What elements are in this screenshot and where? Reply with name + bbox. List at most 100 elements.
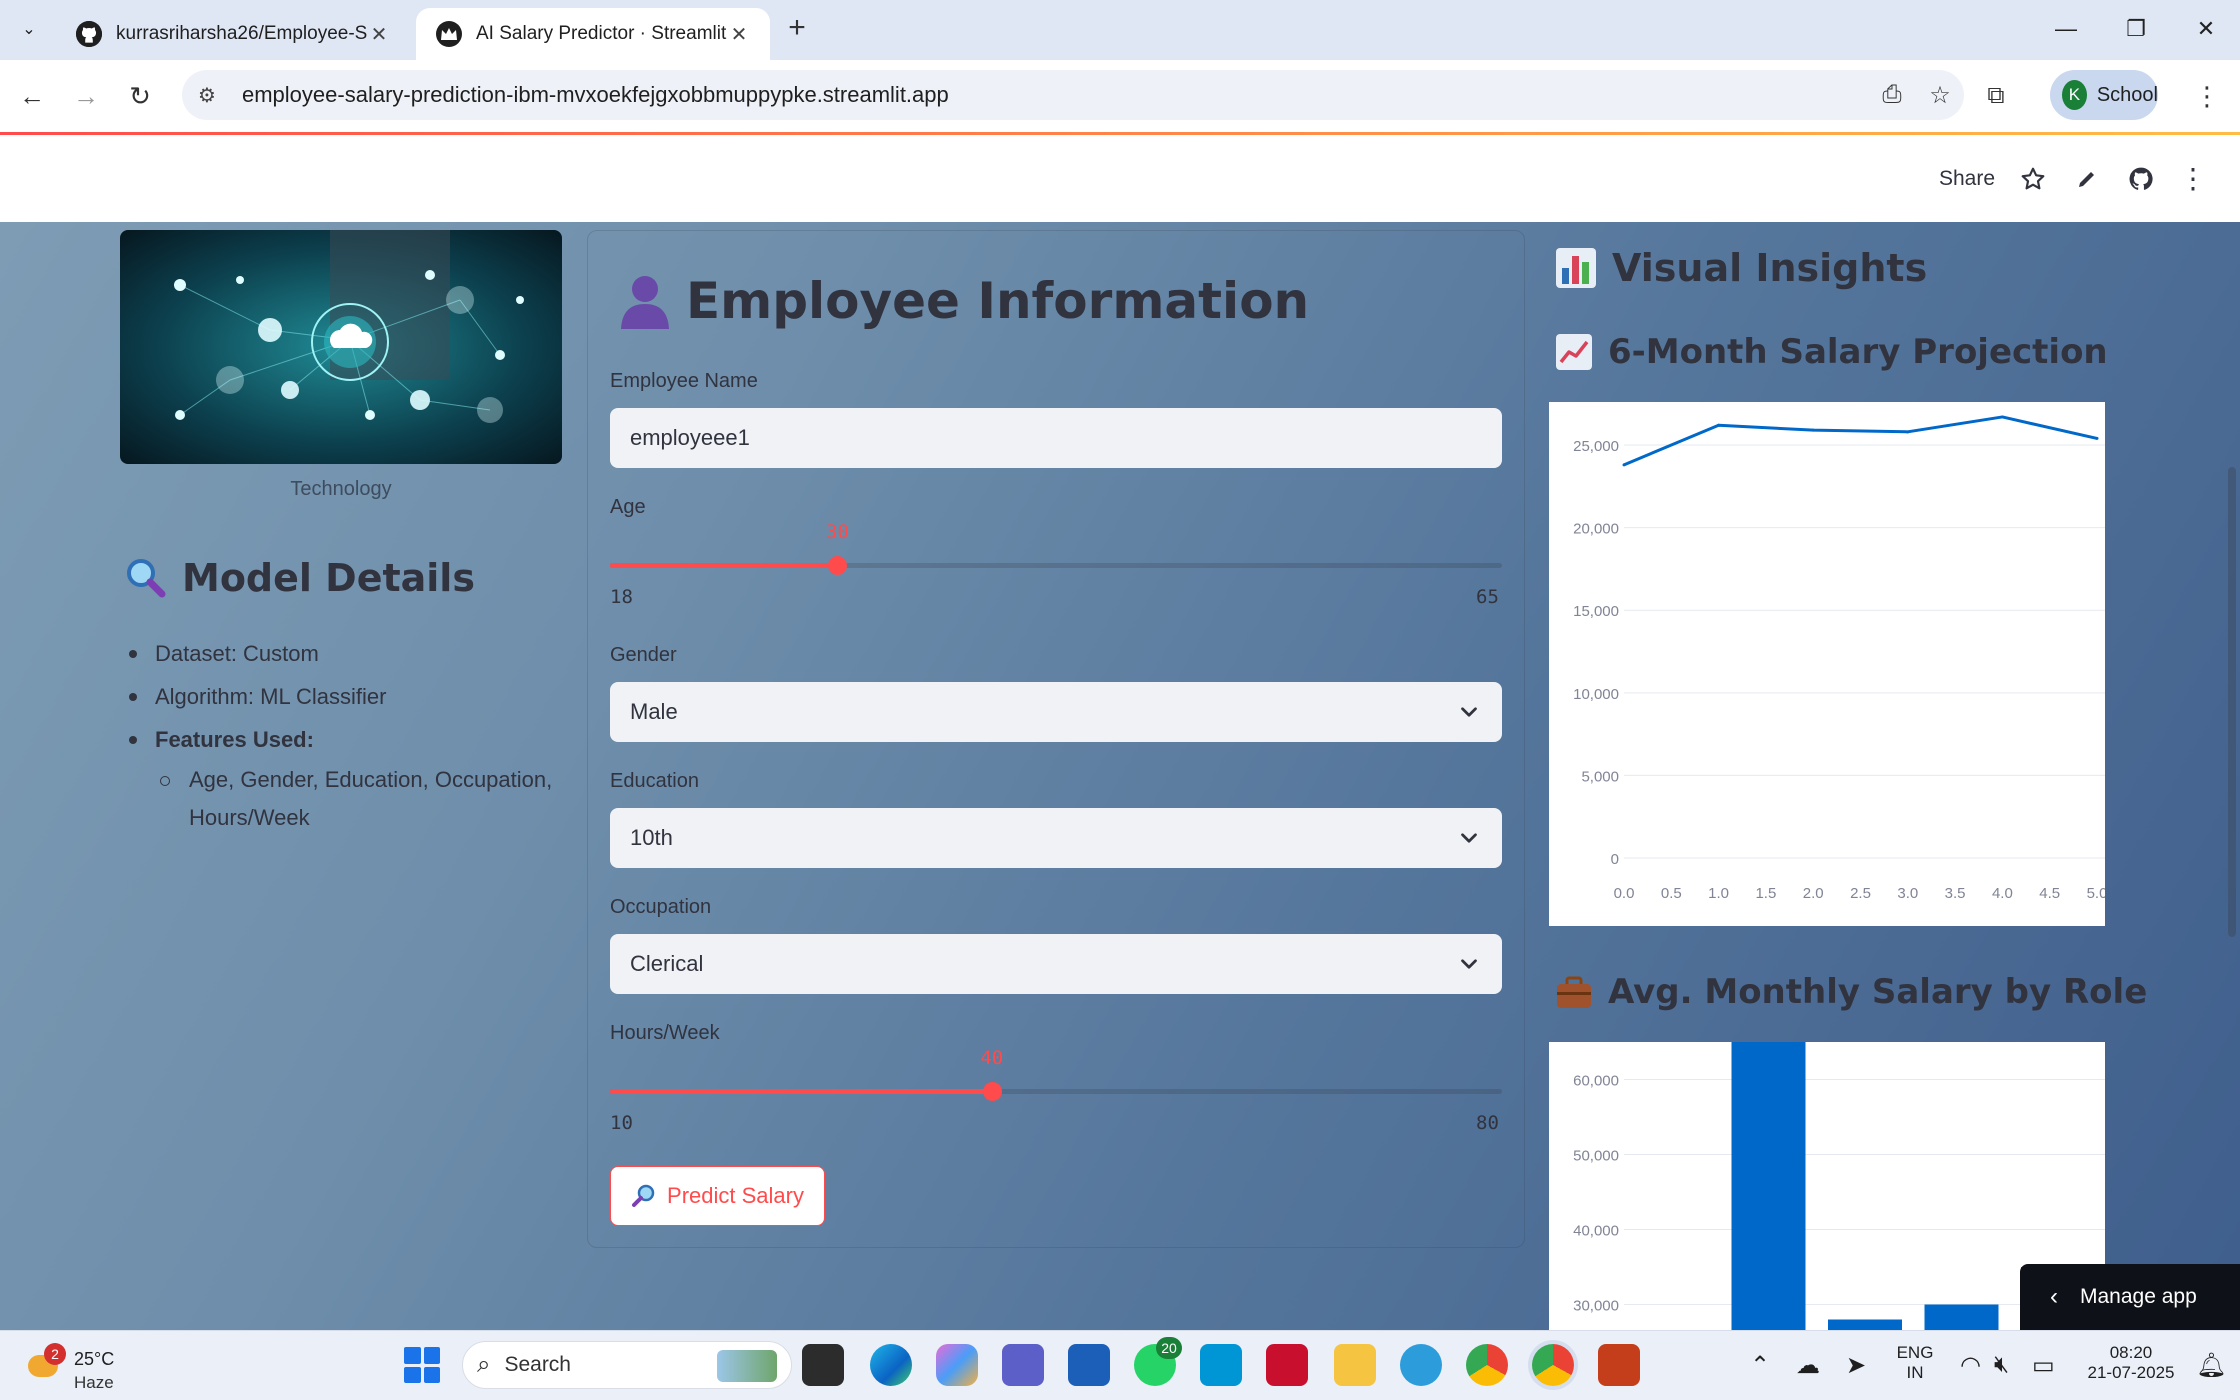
windows-taskbar: 2 25°C Haze ⌕ Search 20 ⌃ ☁ ➤ ENG IN ◠ 🔇… <box>0 1330 2240 1400</box>
bar <box>1731 1042 1806 1330</box>
hours-slider[interactable]: 40 <box>610 1047 1502 1101</box>
employee-name-input[interactable]: employeee1 <box>610 408 1502 468</box>
age-min-label: 18 <box>610 586 633 608</box>
education-select[interactable]: 10th <box>610 808 1502 868</box>
copilot-icon[interactable] <box>936 1344 978 1386</box>
chevron-down-icon <box>1461 707 1477 717</box>
features-value: Age, Gender, Education, Occupation, Hour… <box>157 761 568 837</box>
minimize-icon[interactable]: — <box>2036 12 2096 46</box>
visual-insights-heading: Visual Insights <box>1554 246 1927 290</box>
age-slider[interactable]: 30 <box>610 521 1502 575</box>
data-point <box>1811 428 1815 432</box>
x-tick-label: 3.5 <box>1945 885 1966 902</box>
restore-icon[interactable]: ❐ <box>2106 12 2166 46</box>
series-line <box>1623 415 2098 467</box>
help-icon[interactable] <box>1400 1344 1442 1386</box>
url-text[interactable]: employee-salary-prediction-ibm-mvxoekfej… <box>242 82 1868 108</box>
new-tab-button[interactable]: + <box>780 12 814 46</box>
tab-search-button[interactable]: ⌄ <box>12 12 46 46</box>
x-tick-label: 5.0 <box>2087 885 2105 902</box>
hours-slider-value: 40 <box>980 1047 1004 1069</box>
edge-icon[interactable] <box>870 1344 912 1386</box>
whatsapp-badge: 20 <box>1156 1337 1182 1359</box>
onedrive-icon[interactable]: ☁ <box>1796 1351 1820 1380</box>
windows-start-icon[interactable] <box>404 1347 440 1383</box>
close-window-icon[interactable]: ✕ <box>2176 12 2236 46</box>
show-hidden-icons[interactable]: ⌃ <box>1750 1351 1770 1380</box>
star-icon[interactable] <box>2016 162 2050 196</box>
chevron-left-icon: ‹ <box>2050 1283 2058 1310</box>
battery-icon[interactable]: ▭ <box>2032 1351 2055 1380</box>
clock-time: 08:20 <box>2109 1343 2153 1362</box>
image-caption: Technology <box>290 478 392 500</box>
model-details-list: Dataset: Custom Algorithm: ML Classifier… <box>128 632 568 837</box>
features-label: Features Used: <box>155 727 314 752</box>
teams-icon[interactable] <box>1002 1344 1044 1386</box>
bookmark-star-icon[interactable]: ☆ <box>1916 81 1964 110</box>
gender-label: Gender <box>610 644 677 666</box>
employee-info-heading: Employee Information <box>618 272 1309 330</box>
edit-pencil-icon[interactable] <box>2070 162 2104 196</box>
tab-github[interactable]: kurrasriharsha26/Employee-Sal ✕ <box>56 8 410 60</box>
close-tab-icon[interactable]: ✕ <box>368 22 390 47</box>
forward-arrow-icon[interactable]: → <box>66 76 106 116</box>
bar <box>1828 1319 1902 1330</box>
clock[interactable]: 08:20 21-07-2025 <box>2076 1343 2186 1400</box>
bar-chart-icon <box>1554 246 1598 290</box>
list-item: Algorithm: ML Classifier <box>128 675 568 718</box>
employee-name-label: Employee Name <box>610 370 758 392</box>
manage-app-label: Manage app <box>2080 1285 2197 1308</box>
profile-button[interactable]: K School <box>2050 70 2158 120</box>
gender-select[interactable]: Male <box>610 682 1502 742</box>
hours-slider-thumb[interactable] <box>982 1082 1002 1101</box>
notifications-icon[interactable]: 🔔︎ <box>2196 1351 2226 1380</box>
location-icon[interactable]: ➤ <box>1846 1351 1866 1380</box>
volume-muted-icon[interactable]: 🔇︎ <box>1994 1351 2009 1379</box>
role-salary-heading: Avg. Monthly Salary by Role <box>1554 972 2147 1012</box>
x-tick-label: 3.0 <box>1897 885 1918 902</box>
microsoft-store-icon[interactable] <box>1068 1344 1110 1386</box>
chrome-icon[interactable] <box>1466 1344 1508 1386</box>
data-point <box>2095 436 2099 440</box>
y-tick-label: 5,000 <box>1581 768 1619 785</box>
features-sublist: Age, Gender, Education, Occupation, Hour… <box>157 761 568 837</box>
app-menu-icon[interactable]: ⋮ <box>2176 162 2210 196</box>
close-tab-icon[interactable]: ✕ <box>728 22 750 47</box>
mcafee-icon[interactable] <box>1266 1344 1308 1386</box>
task-view-icon[interactable] <box>802 1344 844 1386</box>
region-code: IN <box>1906 1363 1924 1382</box>
employee-info-title: Employee Information <box>686 272 1310 330</box>
install-app-icon[interactable]: ⎙ <box>1868 81 1916 109</box>
page-scrollbar[interactable] <box>2228 467 2236 937</box>
site-settings-icon[interactable]: ⚙ <box>198 83 226 108</box>
tab-streamlit-app[interactable]: AI Salary Predictor · Streamlit ✕ <box>416 8 770 60</box>
address-bar[interactable]: ⚙ employee-salary-prediction-ibm-mvxoekf… <box>182 70 1964 120</box>
taskbar-search[interactable]: ⌕ Search <box>462 1341 792 1389</box>
chrome-profile-icon[interactable] <box>1532 1344 1574 1386</box>
technology-banner-image <box>120 230 562 464</box>
back-arrow-icon[interactable]: ← <box>12 76 52 116</box>
file-explorer-icon[interactable] <box>1334 1344 1376 1386</box>
y-tick-label: 50,000 <box>1573 1148 1619 1165</box>
extensions-icon[interactable]: ⧉ <box>1976 76 2016 116</box>
age-label: Age <box>610 496 646 518</box>
predict-salary-button[interactable]: Predict Salary <box>610 1166 825 1226</box>
powerpoint-icon[interactable] <box>1598 1344 1640 1386</box>
clock-date: 21-07-2025 <box>2087 1363 2175 1382</box>
features-line: Age, Gender, Education, Occupation, <box>189 767 553 792</box>
share-button[interactable]: Share <box>1936 162 1998 196</box>
reload-icon[interactable]: ↻ <box>120 76 160 116</box>
model-details-heading: Model Details <box>124 556 475 600</box>
github-icon[interactable] <box>2124 162 2158 196</box>
wifi-icon[interactable]: ◠ <box>1960 1351 1981 1380</box>
x-tick-label: 4.5 <box>2039 885 2060 902</box>
myhp-icon[interactable] <box>1200 1344 1242 1386</box>
occupation-select[interactable]: Clerical <box>610 934 1502 994</box>
list-item: Dataset: Custom <box>128 632 568 675</box>
language-indicator[interactable]: ENG IN <box>1890 1343 1940 1400</box>
employee-name-value: employeee1 <box>630 425 750 450</box>
browser-menu-icon[interactable]: ⋮ <box>2190 76 2224 116</box>
manage-app-button[interactable]: ‹ Manage app <box>2020 1264 2240 1330</box>
weather-condition: Haze <box>74 1373 114 1392</box>
weather-widget[interactable]: 2 25°C Haze <box>28 1341 138 1392</box>
